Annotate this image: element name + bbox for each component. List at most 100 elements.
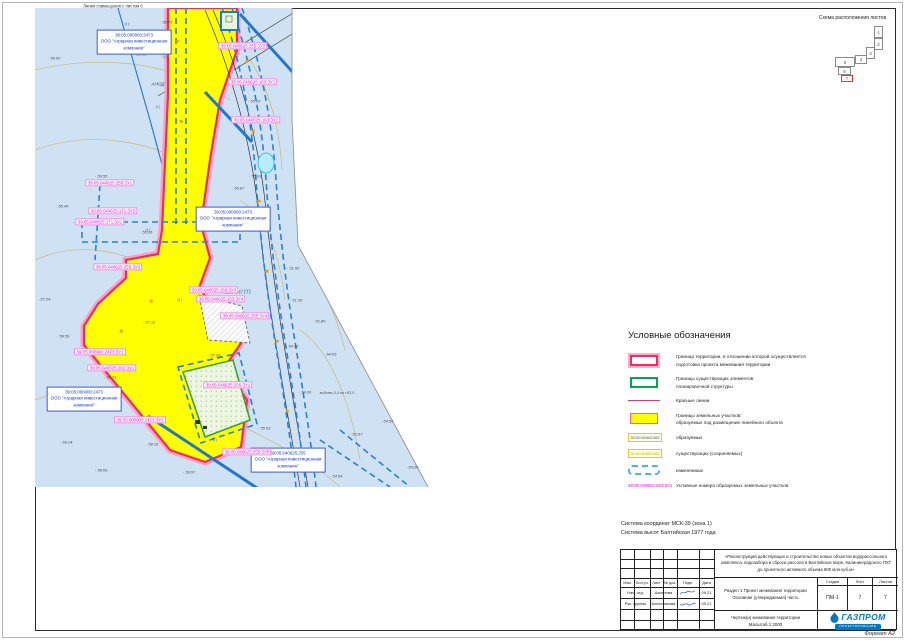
stage-value: ПМ-1 bbox=[818, 586, 848, 611]
legend-sample-number: 39:05:040602:663 bbox=[631, 452, 660, 456]
elevation-mark: 55.03 bbox=[249, 174, 261, 179]
elevation-mark: 55.53 bbox=[258, 426, 270, 431]
elevation-mark: 56.50 bbox=[48, 56, 60, 61]
map-annotation: водоем 0,4 га ±53,0 bbox=[320, 391, 355, 395]
row2-name: Колесникова bbox=[650, 598, 677, 609]
row1-date: 09.21 bbox=[699, 587, 714, 598]
sheet-box: 6 bbox=[838, 67, 851, 75]
legend-swatch bbox=[628, 400, 666, 401]
sheets-value: 7 bbox=[873, 586, 898, 611]
parcel-number-label: 39:05:040625:255:ЗУ5 bbox=[222, 448, 271, 455]
elevation-mark: 54.05 bbox=[324, 352, 336, 357]
col-podp: Подп. bbox=[677, 578, 699, 587]
sheet-box: 5 bbox=[835, 57, 855, 67]
legend-items: Граница территории, в отношении которой … bbox=[628, 353, 894, 490]
col-koluch: Кол.уч bbox=[634, 578, 650, 587]
legend-swatch-icon bbox=[628, 465, 660, 475]
elevation-mark: 50.87 bbox=[232, 186, 244, 191]
legend-swatch-icon bbox=[630, 355, 658, 366]
legend-item: 39:05:040602:663:ЗУ1 Условные номера обр… bbox=[628, 482, 894, 489]
sheet-box: 2 bbox=[874, 38, 883, 50]
legend-item-label: Границы существующих элементов планирово… bbox=[676, 375, 753, 390]
map-annotation: III bbox=[125, 22, 130, 27]
gazprom-logo-subtitle: ПРОЕКТИРОВАНИЕ bbox=[835, 624, 880, 630]
legend-title: Условные обозначения bbox=[628, 330, 894, 341]
pond bbox=[258, 153, 274, 173]
map-annotation: АНОД bbox=[151, 82, 164, 87]
legend-swatch bbox=[628, 353, 666, 368]
legend-item: изменяемых bbox=[628, 465, 894, 475]
drawing-sheet: 39:05:040625:255:ЗУ139:05:040625:171:ЗУ2… bbox=[0, 0, 905, 640]
format-label: Формат А2 bbox=[864, 631, 895, 637]
sheet-box: 7 bbox=[841, 75, 853, 82]
elevation-mark: 57.11 bbox=[143, 320, 155, 325]
elevation-mark: 54.36 bbox=[299, 390, 311, 395]
col-izm: Изм. bbox=[621, 578, 634, 587]
signature-icon bbox=[679, 600, 697, 607]
drawing-scale: Масштаб 1:2000 bbox=[749, 621, 782, 628]
legend-swatch: 39:05:040602:663:ЗУ1 bbox=[628, 483, 666, 488]
elevation-mark: 55.40 bbox=[56, 204, 68, 209]
parcel-number-label: 39:05:040625:255:ЗУ3 bbox=[93, 263, 142, 270]
sheet-box: 3 bbox=[866, 47, 875, 59]
parcel-number-label: 39:05:040625:202:ЗУ1 bbox=[87, 364, 136, 371]
sheet-label: Лист bbox=[848, 578, 873, 586]
owner-label-box: 39:05:000000:2473 ООО "Аграрная инвестиц… bbox=[196, 207, 271, 232]
elevation-mark: 58.21 bbox=[104, 375, 116, 380]
parcel-number-label: 39:05:040625:256:ЗУ1 bbox=[203, 381, 252, 388]
row1-signature bbox=[677, 587, 699, 598]
legend-item: Красные линии bbox=[628, 397, 894, 404]
parcel-number-label: 39:05:040625:255:ЗУ4 bbox=[220, 312, 269, 319]
elevation-mark: 54.56 bbox=[381, 419, 393, 424]
parcel-number-label: 39:05:000000:2473:ЗУ2 bbox=[114, 416, 166, 423]
legend-item-label: Границы земельных участков: образуемых п… bbox=[676, 412, 783, 427]
legend-item: Границы земельных участков: образуемых п… bbox=[628, 411, 894, 426]
elevation-mark: 53.97 bbox=[350, 432, 362, 437]
elevation-mark: 51.30 bbox=[290, 298, 302, 303]
parcel-number-label: 39:05:040625:255:ЗУ2 bbox=[218, 42, 267, 49]
legend-swatch-icon: 39:05:040602:663:ЗУ1 bbox=[628, 483, 672, 488]
elevation-mark: 58.09 bbox=[95, 468, 107, 473]
legend-swatch bbox=[628, 465, 666, 475]
elevation-mark: 54.54 bbox=[330, 474, 342, 479]
gazprom-flame-icon bbox=[830, 612, 839, 623]
map-annotation: III bbox=[146, 228, 151, 233]
height-system-note: Система высот Балтийская 1977 года bbox=[621, 529, 716, 538]
col-ndok: № док. bbox=[663, 578, 677, 587]
stage-label: Стадия bbox=[818, 578, 848, 586]
legend-item: 39:05:040602:663 существующих (сохраняем… bbox=[628, 449, 894, 458]
legend-sample-number: 39:05:040602:663 bbox=[631, 436, 660, 440]
legend-item: Границы существующих элементов планирово… bbox=[628, 375, 894, 390]
elevation-mark: 59.14 bbox=[60, 440, 72, 445]
legend-swatch-icon: 39:05:040602:663 bbox=[628, 433, 662, 442]
legend-swatch: 39:05:040602:663 bbox=[628, 433, 666, 442]
sheet-scheme-title: Схема расположения листов bbox=[800, 15, 905, 21]
sheet-value: 7 bbox=[848, 586, 873, 611]
signature-icon bbox=[679, 589, 697, 596]
elevation-mark: 58.97 bbox=[183, 470, 195, 475]
parcel-number-label: 39:05:040625:171:ЗУ1 bbox=[75, 218, 124, 225]
parcel-number-label: 39:05:000000:2473:ЗУ1 bbox=[74, 348, 126, 355]
legend: Условные обозначения Граница территории,… bbox=[628, 330, 894, 497]
coordinate-system-notes: Система координат МСК-39 (зона 1) Систем… bbox=[621, 520, 716, 538]
elevation-mark: 58.59 bbox=[57, 334, 69, 339]
elevation-mark: 52.80 bbox=[313, 319, 325, 324]
gazprom-logo-text: ГАЗПРОМ bbox=[841, 612, 885, 622]
legend-item-label: Граница территории, в отношении которой … bbox=[676, 353, 806, 368]
parcel-number-label: 39:05:040625:163:ЗУ2 bbox=[231, 116, 280, 123]
row1-role: Нач. отд. bbox=[621, 587, 650, 598]
legend-sample-number: 39:05:040602:663:ЗУ1 bbox=[628, 483, 672, 488]
elevation-mark: 57.33 bbox=[208, 353, 220, 358]
sheet-box: 4 bbox=[855, 55, 867, 64]
elevation-mark: 54.10 bbox=[286, 344, 298, 349]
coordinate-system-note: Система координат МСК-39 (зона 1) bbox=[621, 520, 716, 529]
section-title: Раздел 1 Проект межевания территории bbox=[724, 587, 807, 594]
legend-swatch bbox=[628, 375, 666, 390]
legend-item-label: Красные линии bbox=[676, 397, 709, 404]
elevation-mark: 58.15 bbox=[146, 442, 158, 447]
project-title: «Реконструкция действующих и строительст… bbox=[714, 550, 898, 578]
parcel-number-label: 39:05:040625:255:ЗУ1 bbox=[85, 179, 134, 186]
legend-swatch-icon bbox=[630, 413, 658, 424]
row2-date: 09.21 bbox=[699, 598, 714, 609]
parcel-number-label: 39:05:040625:163:ЗУ1 bbox=[228, 78, 277, 85]
